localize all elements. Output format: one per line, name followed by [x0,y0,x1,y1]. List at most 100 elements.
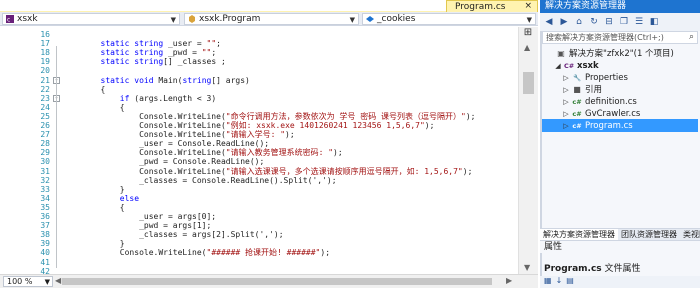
code-token: ); [320,248,331,258]
expand-arrow-icon[interactable]: ▷ [562,96,570,108]
line-number: 20 [40,66,50,76]
line-number: 16 [40,30,50,39]
tree-item[interactable]: ▷ c# definition.cs [562,96,637,108]
horizontal-scroll-thumb[interactable] [62,278,492,285]
vertical-scrollbar[interactable]: ▲ ▼ [518,27,538,274]
solution-toolbar: ◀ ▶ ⌂ ↻ ⊟ ❐ ☰ ◧ [540,13,700,31]
split-window-icon[interactable]: ⊞ [520,27,536,41]
code-token: (args.Length < 3) [129,93,217,103]
properties-object-name: Program.cs [544,264,602,274]
line-number: 33 [40,184,50,194]
code-keyword: string [134,57,164,67]
editor-status-bar: 100 % ▼ ◀ ▶ [0,274,538,288]
references-icon: ■ [573,85,581,94]
tree-item[interactable]: ▣ 解决方案"zfxk2"(1 个项目) [546,48,674,60]
line-number: 17 [40,39,50,49]
properties-title: 属性 [540,240,700,253]
collapse-all-icon[interactable]: ⊟ [604,17,614,27]
solution-search-input[interactable]: 搜索解决方案资源管理器(Ctrl+;) ⌕ [542,31,698,44]
expand-arrow-icon[interactable]: ◢ [554,60,562,72]
back-icon[interactable]: ◀ [544,17,554,27]
properties-icon[interactable]: ☰ [634,17,644,27]
scroll-up-icon[interactable]: ▲ [524,43,530,52]
line-number: 35 [40,202,50,212]
tree-item[interactable]: ▷ ■ 引用 [562,84,602,96]
project-dropdown[interactable]: c xsxk ▼ [2,13,180,25]
scroll-thumb[interactable] [523,72,534,94]
tree-item-label: 引用 [585,85,603,95]
line-number: 29 [40,148,50,158]
field-icon [366,16,374,22]
line-number: 19 [40,57,50,67]
csharp-file-icon: c# [572,98,582,106]
code-token: ); [333,148,343,158]
navigation-bar: c xsxk ▼ xsxk.Program ▼ _cookies ▼ [0,12,538,26]
line-number: 18 [40,48,50,58]
code-token: [] args) [211,75,250,85]
line-number: 30 [40,157,50,167]
type-dropdown[interactable]: xsxk.Program ▼ [184,13,359,25]
code-token: Main( [153,75,183,85]
line-number: 34 [40,193,50,203]
tab-team-explorer[interactable]: 团队资源管理器 [618,229,680,240]
zoom-dropdown[interactable]: 100 % ▼ [3,276,53,287]
tree-item-label: 解决方案"zfxk2"(1 个项目) [569,49,674,59]
type-dropdown-value: xsxk.Program [199,14,261,24]
tab-label: Program.cs [455,1,506,12]
tree-item[interactable]: ▷ c# Program.cs [562,120,632,132]
scroll-right-icon[interactable]: ▶ [506,276,512,285]
chevron-down-icon: ▼ [44,278,50,286]
line-number: 28 [40,139,50,149]
search-icon: ⌕ [688,32,694,42]
tree-item-label: Properties [585,73,628,83]
scroll-down-icon[interactable]: ▼ [524,263,530,272]
expand-arrow-icon[interactable]: ▷ [562,72,570,84]
property-pages-icon[interactable]: ▤ [566,276,574,288]
tab-solution-explorer[interactable]: 解决方案资源管理器 [540,229,618,240]
categorized-icon[interactable]: ▦ [544,276,552,288]
code-token: ); [462,166,473,176]
scroll-left-icon[interactable]: ◀ [55,276,61,285]
project-icon: C# [564,62,575,70]
csharp-file-icon: c# [572,122,582,130]
line-number: 40 [40,248,50,258]
line-number: 27 [40,130,50,140]
chevron-down-icon: ▼ [526,16,532,24]
code-token: ; [216,39,221,49]
tree-item[interactable]: ▷ 🔧 Properties [562,72,628,84]
line-number: 41 [40,257,50,267]
refresh-icon[interactable]: ↻ [589,17,599,27]
forward-icon[interactable]: ▶ [559,17,569,27]
show-all-files-icon[interactable]: ❐ [619,17,629,27]
class-icon [189,15,195,23]
properties-toolbar: ▦ ↓ ▤ [540,276,700,288]
tab-class-view[interactable]: 类视图 [680,229,700,240]
alphabetical-icon[interactable]: ↓ [556,276,563,288]
tree-item[interactable]: ◢ C# xsxk [554,60,599,72]
code-area[interactable]: static string _user = ""; static string … [62,27,518,274]
solution-icon: ▣ [557,49,565,58]
member-dropdown-value: _cookies [377,14,416,24]
line-number-gutter: 16 17 18 19 20 21 22 23 24 25 26 27 28 29 30 31 32 33 34 35… [0,27,60,276]
code-keyword: static [100,57,130,67]
svg-text:c: c [7,17,10,24]
expand-arrow-icon[interactable]: ▷ [562,84,570,96]
properties-object[interactable]: Program.cs 文件属性 [540,262,700,276]
tab-program-cs[interactable]: Program.cs × [446,0,538,12]
tree-item[interactable]: ▷ c# GvCrawler.cs [562,108,640,120]
code-keyword: void [134,75,154,85]
chevron-down-icon: ▼ [349,16,355,24]
tree-item-label: xsxk [577,61,599,71]
code-line: static string[] _classes ; [62,56,226,67]
member-dropdown[interactable]: _cookies ▼ [362,13,536,25]
code-line: Console.WriteLine("###### 抢课开始! ######")… [62,247,330,258]
code-token: Console.WriteLine( [62,248,207,258]
expand-arrow-icon[interactable]: ▷ [562,120,570,132]
home-icon[interactable]: ⌂ [574,17,584,27]
line-number: 24 [40,102,50,112]
expand-arrow-icon[interactable]: ▷ [562,108,570,120]
close-icon[interactable]: × [524,1,532,11]
line-number: 32 [40,175,50,185]
preview-icon[interactable]: ◧ [649,17,659,27]
tree-item-label: GvCrawler.cs [585,109,641,119]
